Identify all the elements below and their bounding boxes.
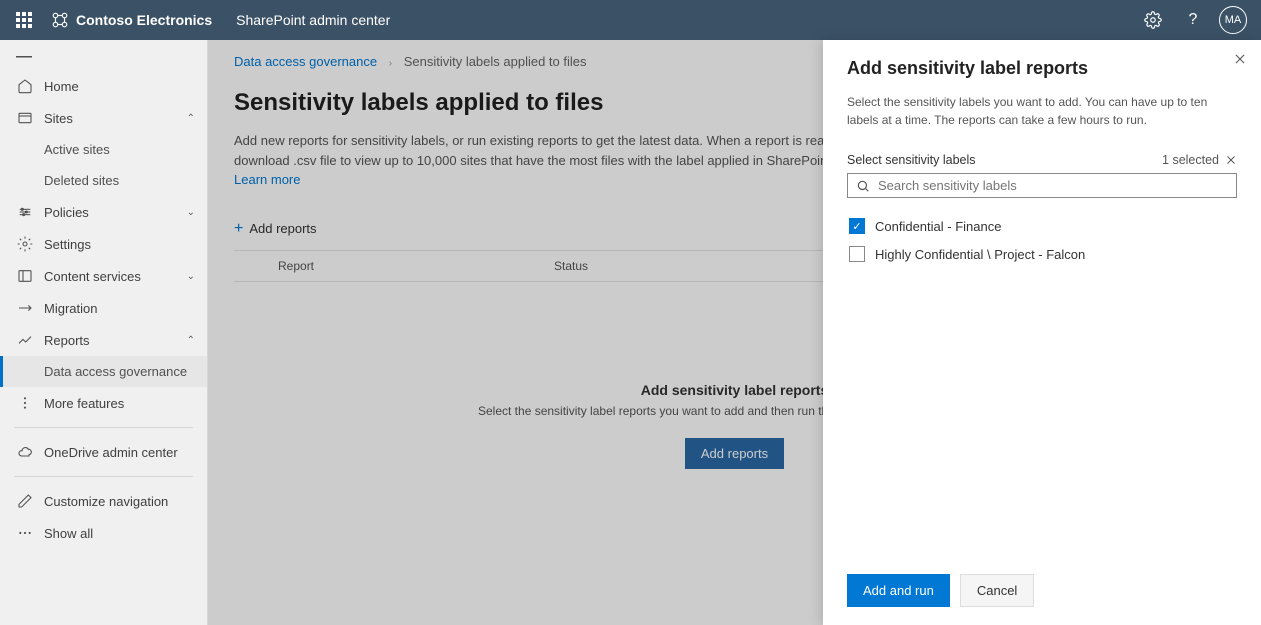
- app-name: SharePoint admin center: [236, 12, 390, 28]
- breadcrumb-current: Sensitivity labels applied to files: [404, 54, 587, 69]
- search-labels-input[interactable]: [847, 173, 1237, 198]
- account-avatar[interactable]: MA: [1219, 6, 1247, 34]
- nav-label: Content services: [44, 269, 141, 284]
- nav-label: OneDrive admin center: [44, 445, 178, 460]
- migration-icon: [16, 300, 34, 316]
- nav-label: Deleted sites: [44, 173, 119, 188]
- gear-icon: [1144, 11, 1162, 29]
- nav-label: Policies: [44, 205, 89, 220]
- nav-deleted-sites[interactable]: Deleted sites: [0, 165, 207, 196]
- nav-label: Sites: [44, 111, 73, 126]
- nav-label: More features: [44, 396, 124, 411]
- add-reports-link[interactable]: + Add reports: [234, 220, 317, 238]
- reports-icon: [16, 332, 34, 348]
- search-field[interactable]: [878, 178, 1228, 193]
- nav-sidebar: Home Sites ⌃ Active sites Deleted sites …: [0, 40, 208, 625]
- add-reports-button[interactable]: Add reports: [685, 438, 784, 469]
- nav-sites[interactable]: Sites ⌃: [0, 102, 207, 134]
- column-report[interactable]: Report: [234, 259, 554, 273]
- page-description: Add new reports for sensitivity labels, …: [234, 131, 854, 190]
- app-launcher-button[interactable]: [8, 4, 40, 36]
- panel-description: Select the sensitivity labels you want t…: [847, 93, 1237, 129]
- label-option[interactable]: Highly Confidential \ Project - Falcon: [847, 240, 1237, 268]
- more-icon: [16, 395, 34, 411]
- nav-label: Migration: [44, 301, 97, 316]
- collapse-nav-button[interactable]: [0, 50, 207, 64]
- settings-button[interactable]: [1133, 0, 1173, 40]
- close-icon: [1225, 154, 1237, 166]
- select-labels-heading: Select sensitivity labels: [847, 153, 976, 167]
- help-icon: ?: [1189, 11, 1198, 29]
- nav-label: Settings: [44, 237, 91, 252]
- nav-label: Reports: [44, 333, 90, 348]
- nav-data-access-governance[interactable]: Data access governance: [0, 356, 207, 387]
- add-reports-panel: Add sensitivity label reports Select the…: [823, 40, 1261, 625]
- divider: [14, 476, 193, 477]
- content-services-icon: [16, 268, 34, 284]
- nav-label: Home: [44, 79, 79, 94]
- ellipsis-icon: [16, 525, 34, 541]
- plus-icon: +: [234, 220, 243, 238]
- nav-policies[interactable]: Policies ⌄: [0, 196, 207, 228]
- nav-customize[interactable]: Customize navigation: [0, 485, 207, 517]
- nav-more-features[interactable]: More features: [0, 387, 207, 419]
- home-icon: [16, 78, 34, 94]
- chevron-down-icon: ⌄: [187, 207, 195, 218]
- org-logo-icon: [50, 10, 70, 30]
- label-name: Confidential - Finance: [875, 219, 1001, 234]
- chevron-up-icon: ⌃: [187, 113, 195, 124]
- waffle-icon: [16, 12, 32, 28]
- global-header: Contoso Electronics SharePoint admin cen…: [0, 0, 1261, 40]
- panel-title: Add sensitivity label reports: [847, 58, 1237, 79]
- org-name[interactable]: Contoso Electronics: [76, 12, 212, 28]
- selected-count: 1 selected: [1162, 153, 1237, 167]
- nav-home[interactable]: Home: [0, 70, 207, 102]
- label-option[interactable]: ✓ Confidential - Finance: [847, 212, 1237, 240]
- nav-label: Data access governance: [44, 364, 187, 379]
- chevron-down-icon: ⌄: [187, 271, 195, 282]
- nav-migration[interactable]: Migration: [0, 292, 207, 324]
- sites-icon: [16, 110, 34, 126]
- edit-icon: [16, 493, 34, 509]
- chevron-up-icon: ⌃: [187, 335, 195, 346]
- clear-selection-button[interactable]: [1225, 154, 1237, 166]
- hamburger-icon: [16, 56, 32, 58]
- nav-label: Show all: [44, 526, 93, 541]
- nav-active-sites[interactable]: Active sites: [0, 134, 207, 165]
- nav-content-services[interactable]: Content services ⌄: [0, 260, 207, 292]
- breadcrumb-parent-link[interactable]: Data access governance: [234, 54, 377, 69]
- nav-label: Customize navigation: [44, 494, 168, 509]
- nav-label: Active sites: [44, 142, 110, 157]
- gear-icon: [16, 236, 34, 252]
- close-panel-button[interactable]: [1233, 52, 1247, 66]
- checkbox[interactable]: ✓: [849, 218, 865, 234]
- divider: [14, 427, 193, 428]
- panel-footer: Add and run Cancel: [847, 558, 1237, 607]
- cancel-button[interactable]: Cancel: [960, 574, 1034, 607]
- nav-onedrive[interactable]: OneDrive admin center: [0, 436, 207, 468]
- nav-settings[interactable]: Settings: [0, 228, 207, 260]
- cloud-icon: [16, 444, 34, 460]
- link-label: Add reports: [249, 221, 316, 236]
- chevron-right-icon: ›: [389, 58, 392, 69]
- search-icon: [856, 179, 870, 193]
- nav-show-all[interactable]: Show all: [0, 517, 207, 549]
- label-name: Highly Confidential \ Project - Falcon: [875, 247, 1085, 262]
- close-icon: [1233, 52, 1247, 66]
- policies-icon: [16, 204, 34, 220]
- checkbox[interactable]: [849, 246, 865, 262]
- add-and-run-button[interactable]: Add and run: [847, 574, 950, 607]
- nav-reports[interactable]: Reports ⌃: [0, 324, 207, 356]
- learn-more-link[interactable]: Learn more: [234, 172, 300, 187]
- help-button[interactable]: ?: [1173, 0, 1213, 40]
